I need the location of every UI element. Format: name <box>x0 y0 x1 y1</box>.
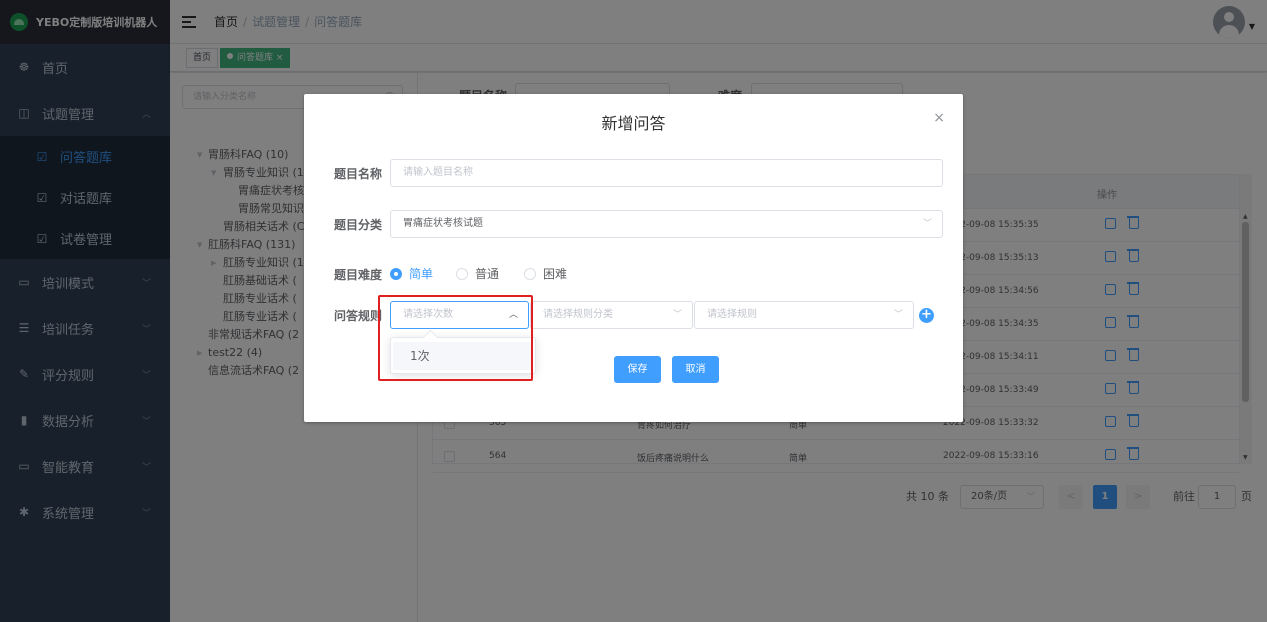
dialog-title: 新增问答 <box>601 114 666 133</box>
chevron-down-icon: ﹀ <box>893 310 903 320</box>
rule-select[interactable]: 请选择规则 ﹀ <box>694 301 914 329</box>
qa-rule-label: 问答规则 <box>334 309 383 323</box>
difficulty-radio-hard[interactable]: 困难 <box>524 265 567 282</box>
radio-circle <box>524 267 536 280</box>
radio-circle <box>456 267 468 280</box>
chevron-down-icon: ﹀ <box>922 219 932 229</box>
chevron-down-icon: ﹀ <box>672 310 682 320</box>
question-difficulty-label: 题目难度 <box>334 268 383 282</box>
highlight-annotation <box>378 295 533 381</box>
close-icon[interactable]: × <box>933 110 945 126</box>
question-name-input[interactable]: 请输入题目名称 <box>390 159 943 187</box>
question-category-select[interactable]: 胃痛症状考核试题 ﹀ <box>390 210 943 238</box>
difficulty-radio-normal[interactable]: 普通 <box>456 265 499 282</box>
save-button[interactable]: 保存 <box>614 356 661 383</box>
add-rule-button[interactable]: + <box>919 308 934 323</box>
radio-circle <box>390 267 402 280</box>
difficulty-radio-easy[interactable]: 简单 <box>390 265 433 282</box>
question-name-label: 题目名称 <box>334 167 383 181</box>
rule-category-select[interactable]: 请选择规则分类 ﹀ <box>530 301 693 329</box>
cancel-button[interactable]: 取消 <box>672 356 719 383</box>
question-category-label: 题目分类 <box>334 218 383 232</box>
